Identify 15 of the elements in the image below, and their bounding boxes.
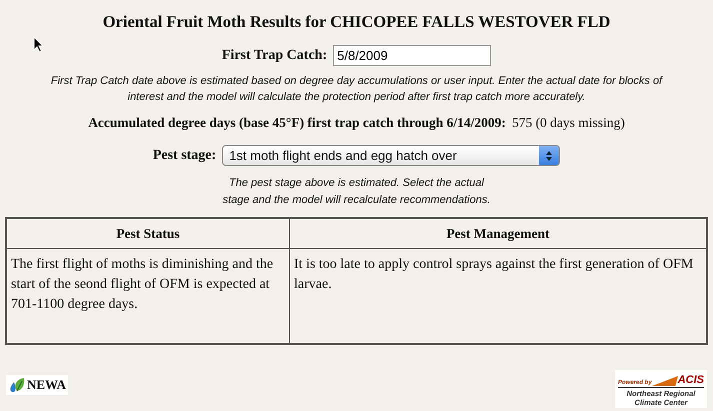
info-text: stage and the model will recalculate recommendations. <box>222 193 490 208</box>
field-label: First Trap Catch: <box>222 48 328 64</box>
page-title: Oriental Fruit Moth Results for CHICOPEE FALLS WESTOVER FLD <box>102 12 610 32</box>
leaf-drop-icon <box>8 376 26 394</box>
dropdown-arrows-icon <box>546 150 552 160</box>
column-header: Pest Status <box>6 218 290 248</box>
stage-dropdown[interactable]: 1st moth flight ends and egg hatch over <box>222 145 560 166</box>
info-text: First Trap Catch date above is estimated based on degree day accumulations or user input. Enter the actual date for blocks of interest and the model will calculate the protection period after first trap catch more accurately. <box>50 74 664 105</box>
swoosh-icon <box>652 376 678 386</box>
date-field[interactable]: 5/8/2009 <box>333 45 492 66</box>
logo-text: NEWA <box>27 377 66 393</box>
pointer-icon <box>33 36 44 53</box>
accumulated-text: Accumulated degree days (base 45°F) first trap catch through 6/14/2009: 575 (0 days missing) <box>88 115 625 131</box>
field-label: Pest stage: <box>152 148 216 164</box>
info-text: The pest stage above is estimated. Select the actual <box>228 176 486 191</box>
